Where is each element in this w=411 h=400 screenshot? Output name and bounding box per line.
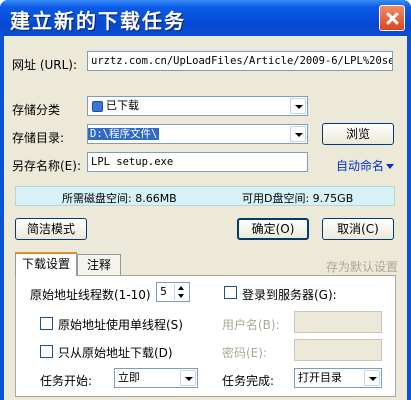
- window-title: 建立新的下载任务: [10, 9, 186, 33]
- task-done-select[interactable]: 打开目录: [294, 368, 382, 388]
- directory-select[interactable]: D:\程序文件\: [87, 124, 308, 144]
- required-space-label: 所需磁盘空间: 8.66MB: [62, 192, 177, 205]
- directory-value: D:\程序文件\: [88, 128, 160, 140]
- disk-space-bar: 所需磁盘空间: 8.66MB 可用D盘空间: 9.75GB: [15, 186, 395, 206]
- chevron-down-icon[interactable]: [364, 370, 380, 386]
- save-as-input[interactable]: LPL setup.exe: [87, 152, 308, 172]
- chevron-down-icon[interactable]: [290, 126, 306, 142]
- dialog-window: 建立新的下载任务 网址 (URL): urztz.com.cn/UpLoadFi…: [0, 0, 411, 400]
- category-value: 已下载: [106, 99, 139, 112]
- task-start-value: 立即: [118, 371, 140, 384]
- category-label: 存储分类: [12, 103, 61, 117]
- auto-name-label: 自动命名: [336, 159, 385, 173]
- url-input[interactable]: urztz.com.cn/UpLoadFiles/Article/2009-6/…: [87, 51, 393, 71]
- chevron-down-icon[interactable]: [290, 98, 306, 114]
- title-bar[interactable]: 建立新的下载任务: [0, 0, 411, 36]
- only-source-checkbox[interactable]: [40, 345, 53, 358]
- url-label: 网址 (URL):: [12, 58, 78, 72]
- cancel-button[interactable]: 取消(C): [322, 218, 394, 240]
- tab-notes[interactable]: 注释: [77, 254, 121, 276]
- task-done-value: 打开目录: [298, 371, 342, 384]
- save-as-label: 另存名称(E):: [12, 159, 81, 173]
- only-source-label: 只从原始地址下载(D): [58, 346, 173, 360]
- task-start-select[interactable]: 立即: [114, 368, 198, 388]
- password-label: 密码(E):: [222, 346, 267, 360]
- login-server-label: 登录到服务器(G):: [242, 288, 337, 302]
- threads-value: 5: [160, 285, 167, 298]
- ok-button[interactable]: 确定(O): [237, 218, 309, 240]
- tab-download-settings[interactable]: 下载设置: [15, 252, 77, 276]
- password-input[interactable]: [294, 339, 382, 361]
- spinner-arrows-icon[interactable]: [174, 284, 188, 300]
- free-space-label: 可用D盘空间: 9.75GB: [242, 192, 354, 205]
- threads-stepper[interactable]: 5: [156, 282, 190, 302]
- folder-icon: [92, 100, 103, 112]
- chevron-down-icon[interactable]: [180, 370, 196, 386]
- threads-label: 原始地址线程数(1-10): [30, 288, 151, 302]
- task-start-label: 任务开始:: [40, 374, 93, 388]
- dialog-body: 网址 (URL): urztz.com.cn/UpLoadFiles/Artic…: [4, 36, 407, 400]
- close-icon[interactable]: [379, 5, 405, 31]
- browse-button[interactable]: 浏览: [322, 123, 394, 145]
- category-select[interactable]: 已下载: [87, 96, 308, 116]
- username-label: 用户名(B):: [222, 318, 280, 332]
- auto-name-link[interactable]: 自动命名: [336, 157, 395, 174]
- dropdown-arrow-icon: [386, 164, 395, 169]
- single-thread-label: 原始地址使用单线程(S): [58, 318, 183, 332]
- single-thread-checkbox[interactable]: [40, 317, 53, 330]
- simple-mode-button[interactable]: 简洁模式: [15, 218, 87, 240]
- directory-label: 存储目录:: [12, 131, 65, 145]
- login-server-checkbox[interactable]: [224, 286, 237, 299]
- username-input[interactable]: [294, 311, 382, 333]
- download-settings-panel: 原始地址线程数(1-10) 5 登录到服务器(G): 原始地址使用单线程(S) …: [15, 275, 396, 397]
- save-default-link[interactable]: 存为默认设置: [326, 258, 398, 275]
- task-done-label: 任务完成:: [222, 374, 275, 388]
